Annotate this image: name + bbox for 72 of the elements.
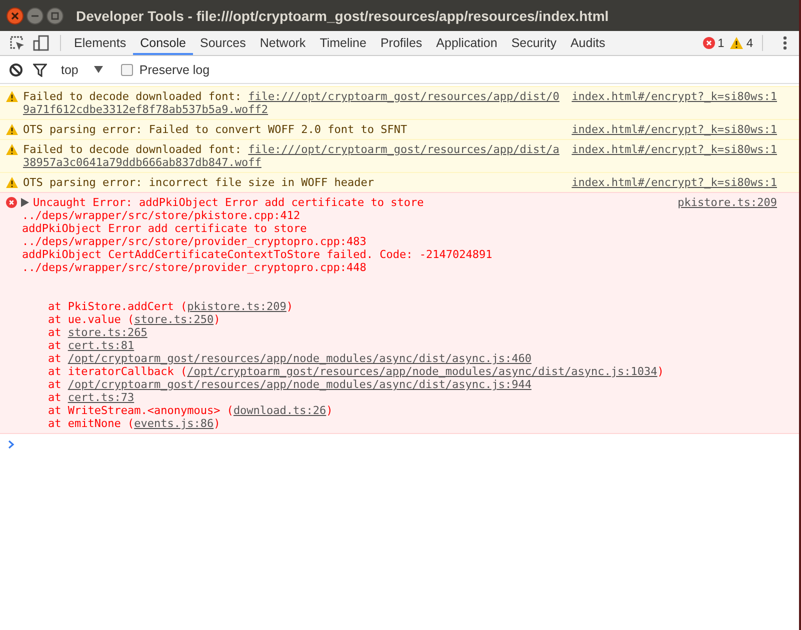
- error-icon: [6, 197, 17, 208]
- link[interactable]: download.ts:26: [233, 404, 326, 417]
- warning-icon: [6, 91, 18, 102]
- tab[interactable]: Application: [429, 31, 504, 55]
- warning-count: 4: [746, 36, 753, 50]
- log-line: addPkiObject Error add certificate to store: [22, 222, 307, 235]
- tab[interactable]: Network: [252, 31, 313, 55]
- maximize-icon[interactable]: [46, 6, 64, 24]
- log-line: addPkiObject CertAddCertificateContextToStore failed. Code: -2147024891: [22, 248, 492, 261]
- context-selector[interactable]: top: [57, 62, 108, 76]
- warning-icon: [730, 37, 744, 49]
- checkbox-label: Preserve log: [139, 62, 210, 76]
- log-line: Failed to decode downloaded font: file:///opt/cryptoarm_gost/resources/app/dist/a: [23, 143, 560, 156]
- tab[interactable]: Sources: [192, 31, 253, 55]
- log-line: ../deps/wrapper/src/store/pkistore.cpp:412: [22, 209, 300, 222]
- source-link[interactable]: pkistore.ts:209: [678, 196, 777, 209]
- source-link[interactable]: index.html#/encrypt?_k=si80ws:1: [572, 176, 777, 189]
- tab[interactable]: Timeline: [312, 31, 374, 55]
- log-line: ../deps/wrapper/src/store/provider_cryptopro.cpp:448: [22, 261, 366, 274]
- source-link[interactable]: index.html#/encrypt?_k=si80ws:1: [572, 123, 777, 136]
- log-line: Failed to decode downloaded font: file:///opt/cryptoarm_gost/resources/app/dist/0: [23, 90, 560, 103]
- stack-line: at emitNone (events.js:86): [48, 417, 220, 430]
- checkbox[interactable]: [121, 64, 134, 76]
- stack-line: at /opt/cryptoarm_gost/resources/app/node_modules/async/dist/async.js:460: [48, 352, 532, 365]
- stack-line: at cert.ts:81: [48, 339, 134, 352]
- link[interactable]: /opt/cryptoarm_gost/resources/app/node_modules/async/dist/async.js:460: [68, 352, 532, 365]
- link[interactable]: file:///opt/cryptoarm_gost/resources/app/dist/a: [248, 143, 560, 156]
- dropdown-arrow-icon: [94, 66, 104, 73]
- clear-icon[interactable]: [9, 62, 23, 76]
- warning-icon: [6, 177, 18, 188]
- tab[interactable]: Elements: [67, 31, 134, 55]
- link[interactable]: file:///opt/cryptoarm_gost/resources/app/dist/0: [248, 90, 560, 103]
- source-link[interactable]: index.html#/encrypt?_k=si80ws:1: [572, 143, 777, 156]
- source-link[interactable]: index.html#/encrypt?_k=si80ws:1: [572, 90, 777, 103]
- warning-icon: [6, 124, 18, 135]
- warning-icon: [6, 144, 18, 155]
- link[interactable]: /opt/cryptoarm_gost/resources/app/node_modules/async/dist/async.js:1034: [187, 365, 658, 378]
- log-line: OTS parsing error: incorrect file size in WOFF header: [23, 176, 374, 189]
- log-line: Uncaught Error: addPkiObject Error add certificate to store: [33, 196, 424, 209]
- link[interactable]: store.ts:265: [68, 326, 148, 339]
- close-icon[interactable]: [6, 6, 24, 24]
- stack-line: at store.ts:265: [48, 326, 148, 339]
- prompt-icon[interactable]: [8, 440, 15, 449]
- stack-line: at ue.value (store.ts:250): [48, 313, 220, 326]
- link[interactable]: store.ts:250: [134, 313, 214, 326]
- expand-arrow-icon[interactable]: [21, 198, 29, 207]
- stack-line: at cert.ts:73: [48, 391, 134, 404]
- stack-line: at WriteStream.<anonymous> (download.ts:26): [48, 404, 333, 417]
- link[interactable]: pkistore.ts:209: [187, 300, 286, 313]
- inspect-icon[interactable]: [8, 34, 26, 52]
- stack-line: at PkiStore.addCert (pkistore.ts:209): [48, 300, 294, 313]
- tab[interactable]: Profiles: [373, 31, 430, 55]
- link[interactable]: events.js:86: [134, 417, 214, 430]
- tab[interactable]: Console: [133, 31, 193, 55]
- filter-icon[interactable]: [33, 62, 47, 76]
- device-icon[interactable]: [32, 34, 50, 52]
- tab[interactable]: Audits: [563, 31, 612, 55]
- error-icon: [702, 37, 715, 49]
- stack-line: at iteratorCallback (/opt/cryptoarm_gost/resources/app/node_modules/async/dist/async.js:1034): [48, 365, 664, 378]
- window-title: Developer Tools - file:///opt/cryptoarm_gost/resources/app/resources/index.html: [76, 8, 609, 24]
- tab[interactable]: Security: [504, 31, 564, 55]
- log-line: OTS parsing error: Failed to convert WOFF 2.0 font to SFNT: [23, 123, 408, 136]
- error-count: 1: [718, 36, 724, 50]
- link[interactable]: 38957a3c0641a79ddb666ab837db847.woff: [23, 156, 262, 169]
- link[interactable]: 9a71f612cdbe3312ef8f78ab537b5a9.woff2: [23, 103, 268, 116]
- link[interactable]: /opt/cryptoarm_gost/resources/app/node_modules/async/dist/async.js:944: [68, 378, 532, 391]
- link[interactable]: cert.ts:73: [68, 391, 134, 404]
- log-line: ../deps/wrapper/src/store/provider_cryptopro.cpp:483: [22, 235, 366, 248]
- minimize-icon[interactable]: [26, 6, 44, 24]
- stack-line: at /opt/cryptoarm_gost/resources/app/node_modules/async/dist/async.js:944: [48, 378, 532, 391]
- more-options-icon[interactable]: [783, 36, 787, 50]
- link[interactable]: cert.ts:81: [68, 339, 134, 352]
